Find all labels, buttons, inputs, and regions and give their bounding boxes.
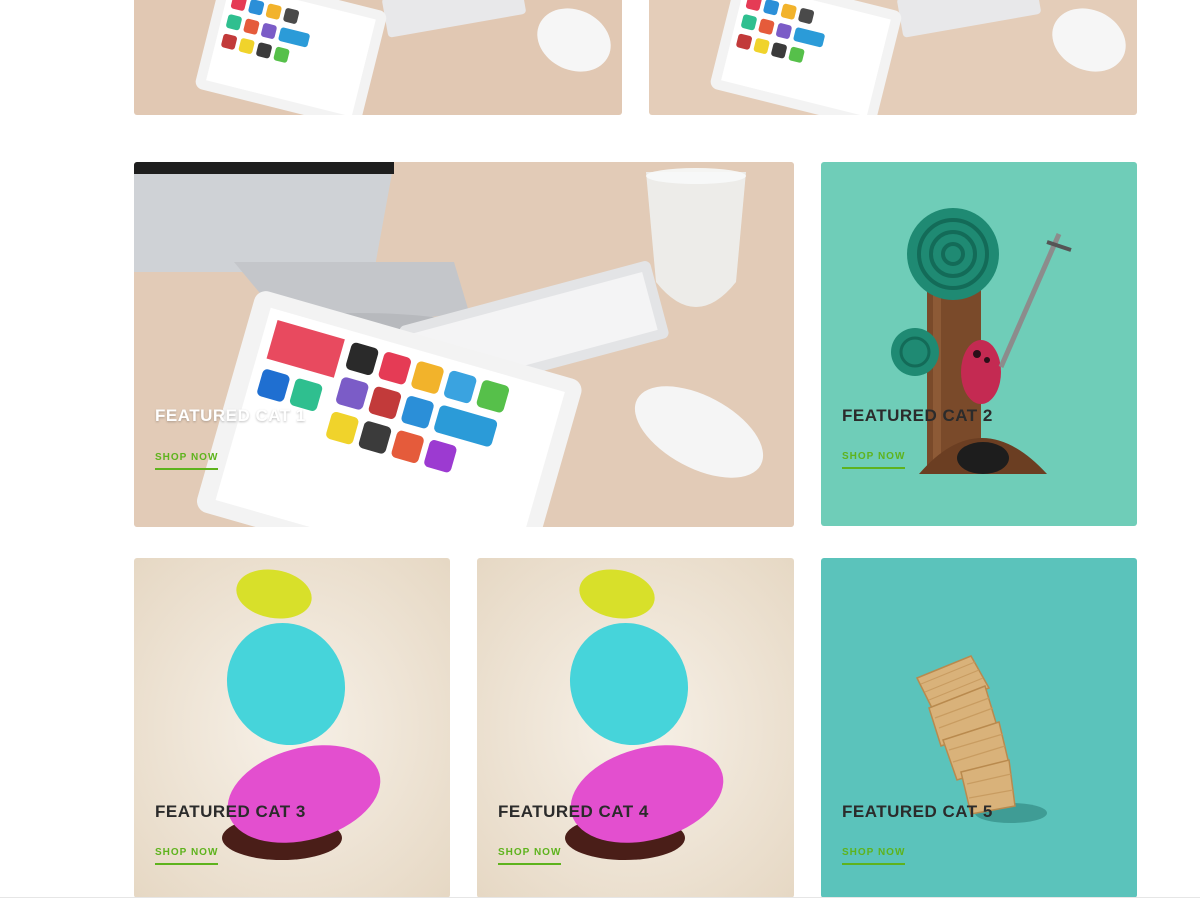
desk-photo-image [134,162,794,527]
featured-cat-3-title: FEATURED CAT 3 [155,802,306,821]
top-banner-right[interactable] [649,0,1137,115]
tree-monster-illustration [821,162,1137,526]
top-banner-left[interactable] [134,0,622,115]
featured-cat-2-shop-now-link[interactable]: SHOP NOW [842,451,906,469]
featured-cat-1-banner[interactable]: FEATURED CAT 1 SHOP NOW [134,162,794,527]
banner-image [649,0,1137,115]
featured-cat-5-banner[interactable]: FEATURED CAT 5 SHOP NOW [821,558,1137,898]
featured-cat-5-shop-now-link[interactable]: SHOP NOW [842,847,906,865]
featured-cat-2-title: FEATURED CAT 2 [842,406,993,425]
featured-cat-5-title: FEATURED CAT 5 [842,802,993,821]
featured-cat-4-banner[interactable]: FEATURED CAT 4 SHOP NOW [477,558,794,898]
featured-cat-3-shop-now-link[interactable]: SHOP NOW [155,847,219,865]
banner-image [134,0,622,115]
featured-cat-4-shop-now-link[interactable]: SHOP NOW [498,847,562,865]
featured-cat-3-banner[interactable]: FEATURED CAT 3 SHOP NOW [134,558,450,898]
featured-cat-2-banner[interactable]: FEATURED CAT 2 SHOP NOW [821,162,1137,526]
page-divider [0,897,1200,898]
featured-cat-1-title: FEATURED CAT 1 [155,406,306,425]
featured-cat-4-title: FEATURED CAT 4 [498,802,649,821]
featured-cat-1-shop-now-link[interactable]: SHOP NOW [155,452,219,470]
